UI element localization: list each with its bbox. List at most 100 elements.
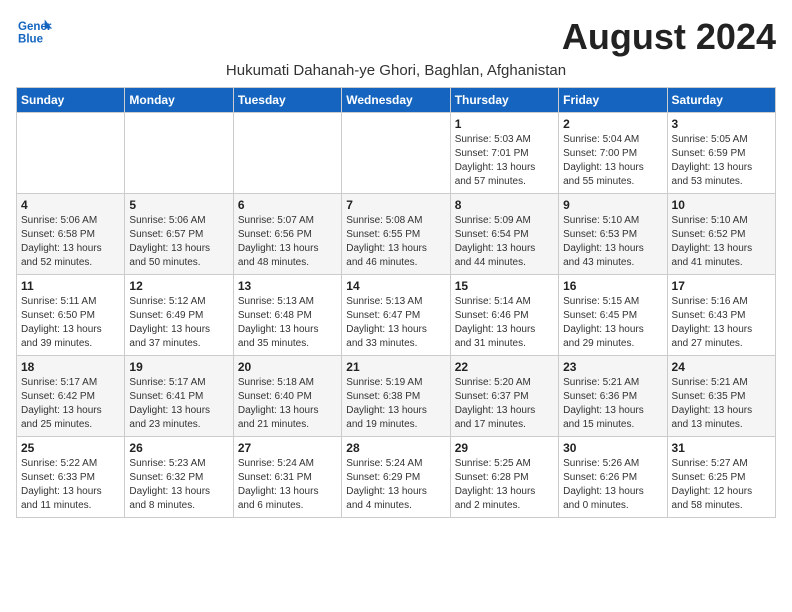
calendar-cell: 7 Sunrise: 5:08 AM Sunset: 6:55 PM Daylig… [342,194,450,275]
day-info: Sunrise: 5:10 AM Sunset: 6:52 PM Dayligh… [672,214,771,270]
calendar-cell: 31 Sunrise: 5:27 AM Sunset: 6:25 PM Dayli… [667,437,775,518]
day-number: 21 [346,360,445,374]
calendar-cell: 6 Sunrise: 5:07 AM Sunset: 6:56 PM Daylig… [233,194,341,275]
calendar-cell: 14 Sunrise: 5:13 AM Sunset: 6:47 PM Dayli… [342,275,450,356]
calendar-table: SundayMondayTuesdayWednesdayThursdayFrid… [16,87,776,518]
calendar-cell [233,113,341,194]
day-info: Sunrise: 5:27 AM Sunset: 6:25 PM Dayligh… [672,457,771,513]
weekday-header-thursday: Thursday [450,88,558,113]
day-info: Sunrise: 5:17 AM Sunset: 6:42 PM Dayligh… [21,376,120,432]
day-info: Sunrise: 5:07 AM Sunset: 6:56 PM Dayligh… [238,214,337,270]
weekday-header-sunday: Sunday [17,88,125,113]
calendar-cell: 20Sunrise: 5:18 AM Sunset: 6:40 PM Dayli… [233,356,341,437]
calendar-cell: 19 Sunrise: 5:17 AM Sunset: 6:41 PM Dayli… [125,356,233,437]
day-info: Sunrise: 5:12 AM Sunset: 6:49 PM Dayligh… [129,295,228,351]
day-number: 8 [455,198,554,212]
day-info: Sunrise: 5:14 AM Sunset: 6:46 PM Dayligh… [455,295,554,351]
day-info: Sunrise: 5:03 AM Sunset: 7:01 PM Dayligh… [455,133,554,189]
calendar-cell: 12 Sunrise: 5:12 AM Sunset: 6:49 PM Dayli… [125,275,233,356]
day-number: 5 [129,198,228,212]
calendar-cell: 4 Sunrise: 5:06 AM Sunset: 6:58 PM Daylig… [17,194,125,275]
day-info: Sunrise: 5:09 AM Sunset: 6:54 PM Dayligh… [455,214,554,270]
day-number: 4 [21,198,120,212]
calendar-cell: 2 Sunrise: 5:04 AM Sunset: 7:00 PM Daylig… [559,113,667,194]
day-info: Sunrise: 5:08 AM Sunset: 6:55 PM Dayligh… [346,214,445,270]
calendar-cell: 23 Sunrise: 5:21 AM Sunset: 6:36 PM Dayli… [559,356,667,437]
day-number: 19 [129,360,228,374]
calendar-cell: 1 Sunrise: 5:03 AM Sunset: 7:01 PM Daylig… [450,113,558,194]
day-number: 26 [129,441,228,455]
day-number: 28 [346,441,445,455]
day-number: 13 [238,279,337,293]
day-info: Sunrise: 5:23 AM Sunset: 6:32 PM Dayligh… [129,457,228,513]
calendar-subtitle: Hukumati Dahanah-ye Ghori, Baghlan, Afgh… [16,62,776,79]
day-info: Sunrise: 5:06 AM Sunset: 6:57 PM Dayligh… [129,214,228,270]
day-info: Sunrise: 5:25 AM Sunset: 6:28 PM Dayligh… [455,457,554,513]
day-number: 14 [346,279,445,293]
day-info: Sunrise: 5:22 AM Sunset: 6:33 PM Dayligh… [21,457,120,513]
calendar-cell: 17 Sunrise: 5:16 AM Sunset: 6:43 PM Dayli… [667,275,775,356]
weekday-header-friday: Friday [559,88,667,113]
calendar-cell: 11 Sunrise: 5:11 AM Sunset: 6:50 PM Dayli… [17,275,125,356]
day-info: Sunrise: 5:16 AM Sunset: 6:43 PM Dayligh… [672,295,771,351]
calendar-cell: 13 Sunrise: 5:13 AM Sunset: 6:48 PM Dayli… [233,275,341,356]
day-number: 7 [346,198,445,212]
day-info: Sunrise: 5:17 AM Sunset: 6:41 PM Dayligh… [129,376,228,432]
day-info: Sunrise: 5:13 AM Sunset: 6:47 PM Dayligh… [346,295,445,351]
day-number: 18 [21,360,120,374]
day-info: Sunrise: 5:05 AM Sunset: 6:59 PM Dayligh… [672,133,771,189]
day-info: Sunrise: 5:21 AM Sunset: 6:36 PM Dayligh… [563,376,662,432]
day-number: 27 [238,441,337,455]
day-number: 25 [21,441,120,455]
day-number: 30 [563,441,662,455]
svg-text:Blue: Blue [18,34,44,46]
logo: General Blue [16,16,52,48]
calendar-cell: 22 Sunrise: 5:20 AM Sunset: 6:37 PM Dayli… [450,356,558,437]
day-info: Sunrise: 5:24 AM Sunset: 6:29 PM Dayligh… [346,457,445,513]
calendar-cell: 16 Sunrise: 5:15 AM Sunset: 6:45 PM Dayli… [559,275,667,356]
calendar-cell: 29 Sunrise: 5:25 AM Sunset: 6:28 PM Dayli… [450,437,558,518]
day-number: 6 [238,198,337,212]
day-number: 22 [455,360,554,374]
day-info: Sunrise: 5:04 AM Sunset: 7:00 PM Dayligh… [563,133,662,189]
day-info: Sunrise: 5:26 AM Sunset: 6:26 PM Dayligh… [563,457,662,513]
day-number: 3 [672,117,771,131]
calendar-cell: 9Sunrise: 5:10 AM Sunset: 6:53 PM Daylig… [559,194,667,275]
calendar-cell: 27 Sunrise: 5:24 AM Sunset: 6:31 PM Dayli… [233,437,341,518]
day-number: 31 [672,441,771,455]
day-number: 1 [455,117,554,131]
day-info: Sunrise: 5:24 AM Sunset: 6:31 PM Dayligh… [238,457,337,513]
calendar-cell [125,113,233,194]
day-info: Sunrise: 5:19 AM Sunset: 6:38 PM Dayligh… [346,376,445,432]
calendar-cell [17,113,125,194]
day-number: 12 [129,279,228,293]
weekday-header-monday: Monday [125,88,233,113]
day-number: 2 [563,117,662,131]
calendar-cell: 25 Sunrise: 5:22 AM Sunset: 6:33 PM Dayli… [17,437,125,518]
calendar-cell [342,113,450,194]
day-number: 9 [563,198,662,212]
calendar-cell: 28 Sunrise: 5:24 AM Sunset: 6:29 PM Dayli… [342,437,450,518]
day-number: 29 [455,441,554,455]
calendar-cell: 21 Sunrise: 5:19 AM Sunset: 6:38 PM Dayli… [342,356,450,437]
day-number: 23 [563,360,662,374]
weekday-header-wednesday: Wednesday [342,88,450,113]
day-info: Sunrise: 5:13 AM Sunset: 6:48 PM Dayligh… [238,295,337,351]
calendar-cell: 24 Sunrise: 5:21 AM Sunset: 6:35 PM Dayli… [667,356,775,437]
day-number: 16 [563,279,662,293]
calendar-cell: 3 Sunrise: 5:05 AM Sunset: 6:59 PM Daylig… [667,113,775,194]
day-number: 17 [672,279,771,293]
calendar-cell: 8 Sunrise: 5:09 AM Sunset: 6:54 PM Daylig… [450,194,558,275]
day-info: Sunrise: 5:06 AM Sunset: 6:58 PM Dayligh… [21,214,120,270]
month-year-title: August 2024 [562,16,776,58]
calendar-cell: 18 Sunrise: 5:17 AM Sunset: 6:42 PM Dayli… [17,356,125,437]
day-number: 20 [238,360,337,374]
weekday-header-saturday: Saturday [667,88,775,113]
calendar-cell: 10Sunrise: 5:10 AM Sunset: 6:52 PM Dayli… [667,194,775,275]
day-info: Sunrise: 5:20 AM Sunset: 6:37 PM Dayligh… [455,376,554,432]
day-number: 24 [672,360,771,374]
day-number: 11 [21,279,120,293]
day-info: Sunrise: 5:15 AM Sunset: 6:45 PM Dayligh… [563,295,662,351]
day-info: Sunrise: 5:11 AM Sunset: 6:50 PM Dayligh… [21,295,120,351]
day-info: Sunrise: 5:21 AM Sunset: 6:35 PM Dayligh… [672,376,771,432]
